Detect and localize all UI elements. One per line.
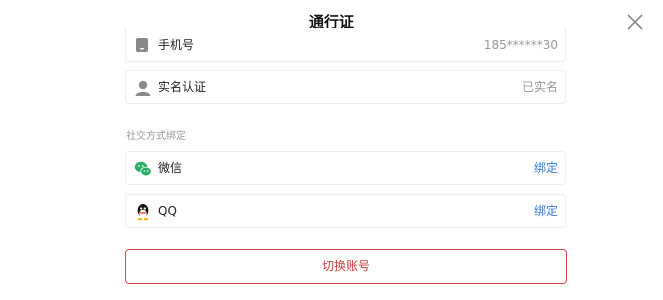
social-section-title: 社交方式绑定: [126, 131, 186, 142]
phone-icon: [134, 38, 152, 56]
phone-value: 185******30: [483, 38, 558, 52]
wechat-row: 微信 绑定: [125, 151, 566, 185]
phone-label: 手机号: [158, 38, 195, 52]
wechat-bind-link[interactable]: 绑定: [534, 161, 558, 175]
qq-label: QQ: [158, 204, 177, 218]
qq-bind-link[interactable]: 绑定: [534, 204, 558, 218]
qq-row: QQ 绑定: [125, 194, 566, 228]
realname-row[interactable]: 实名认证 已实名: [125, 70, 566, 104]
switch-account-button[interactable]: 切换账号: [125, 249, 567, 284]
qq-icon: [134, 203, 152, 221]
phone-row[interactable]: 手机号 185******30: [125, 28, 566, 62]
realname-label: 实名认证: [158, 80, 207, 94]
wechat-label: 微信: [158, 161, 183, 175]
wechat-icon: [134, 160, 152, 178]
close-icon[interactable]: [624, 11, 646, 33]
realname-value: 已实名: [521, 80, 558, 94]
user-icon: [134, 79, 152, 97]
